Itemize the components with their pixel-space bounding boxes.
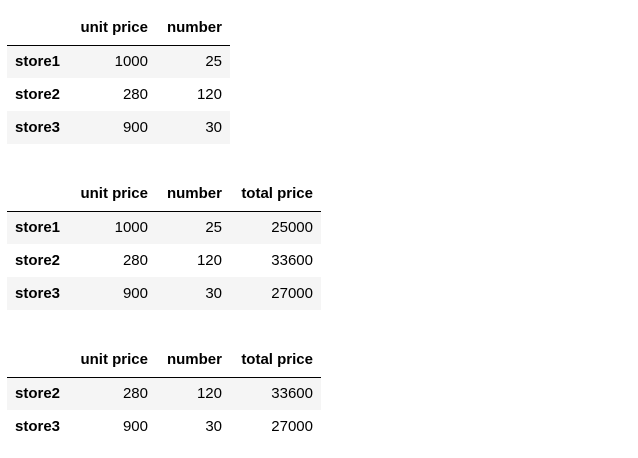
output-spacer — [7, 144, 321, 177]
cell-number: 30 — [205, 285, 222, 302]
index-header-cell — [7, 343, 70, 378]
table-header: unit price number total price — [7, 177, 321, 212]
table-body: store1 1000 25 store2 280 120 store3 900… — [7, 45, 230, 144]
cell-number: 120 — [196, 252, 222, 269]
table-row: store1 1000 25 — [7, 45, 230, 78]
cell-number: 30 — [205, 418, 222, 435]
row-index-label: store2 — [15, 385, 61, 403]
cell-unit-price: 280 — [122, 86, 148, 103]
row-index-label: store3 — [15, 418, 61, 435]
cell-number: 30 — [205, 119, 222, 136]
index-header-cell — [7, 177, 70, 212]
row-index-label: store3 — [15, 285, 61, 302]
table-header: unit price number total price — [7, 343, 321, 378]
table-body: store1 1000 25 25000 store2 280 120 3360… — [7, 211, 321, 310]
cell-unit-price: 900 — [122, 418, 148, 435]
cell-number: 25 — [205, 219, 222, 237]
header-row: unit price number — [7, 11, 230, 46]
cell-unit-price: 900 — [122, 285, 148, 302]
column-header-unit-price: unit price — [70, 11, 156, 46]
column-header-unit-price: unit price — [70, 343, 156, 378]
header-row: unit price number total price — [7, 343, 321, 378]
cell-number: 25 — [205, 53, 222, 71]
column-header-total-price: total price — [230, 343, 321, 378]
table-row: store3 900 30 — [7, 111, 230, 144]
table-row: store3 900 30 27000 — [7, 277, 321, 310]
table-row: store2 280 120 33600 — [7, 244, 321, 277]
table-body: store2 280 120 33600 store3 900 30 27000 — [7, 377, 321, 443]
table-row: store2 280 120 — [7, 78, 230, 111]
column-header-total-price: total price — [230, 177, 321, 212]
row-index-label: store2 — [15, 252, 61, 269]
cell-unit-price: 1000 — [114, 219, 148, 237]
row-index-label: store3 — [15, 119, 61, 136]
cell-unit-price: 280 — [122, 385, 148, 403]
cell-total-price: 27000 — [271, 418, 313, 435]
cell-unit-price: 280 — [122, 252, 148, 269]
column-header-unit-price: unit price — [70, 177, 156, 212]
column-header-number: number — [156, 11, 230, 46]
index-header-cell — [7, 11, 70, 46]
cell-number: 120 — [196, 86, 222, 103]
cell-total-price: 27000 — [271, 285, 313, 302]
dataframe-table-1: unit price number store1 1000 25 store2 … — [7, 11, 230, 144]
cell-total-price: 33600 — [271, 252, 313, 269]
row-index-label: store1 — [15, 219, 61, 237]
dataframe-table-2: unit price number total price store1 100… — [7, 177, 321, 310]
row-index-label: store2 — [15, 86, 61, 103]
table-row: store3 900 30 27000 — [7, 410, 321, 443]
dataframe-table-3: unit price number total price store2 280… — [7, 343, 321, 443]
column-header-number: number — [156, 177, 230, 212]
cell-unit-price: 1000 — [114, 53, 148, 71]
table-row: store1 1000 25 25000 — [7, 211, 321, 244]
output-spacer — [7, 310, 321, 343]
cell-total-price: 33600 — [271, 385, 313, 403]
notebook-output-area: unit price number store1 1000 25 store2 … — [7, 11, 321, 443]
header-row: unit price number total price — [7, 177, 321, 212]
table-header: unit price number — [7, 11, 230, 46]
cell-total-price: 25000 — [271, 219, 313, 237]
column-header-number: number — [156, 343, 230, 378]
table-row: store2 280 120 33600 — [7, 377, 321, 410]
cell-unit-price: 900 — [122, 119, 148, 136]
cell-number: 120 — [196, 385, 222, 403]
row-index-label: store1 — [15, 53, 61, 71]
